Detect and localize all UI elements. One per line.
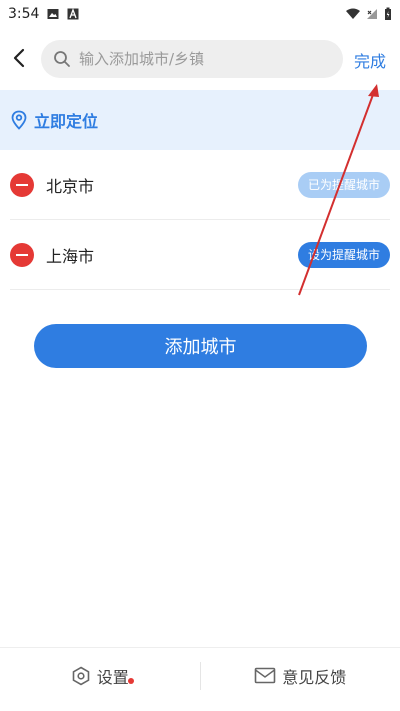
search-box[interactable] [41, 40, 343, 78]
settings-label: 设置 [96, 668, 129, 687]
remove-city-icon[interactable] [10, 242, 34, 267]
bottom-bar: 设置 意见反馈 [0, 647, 400, 704]
city-row: 北京市 已为提醒城市 [10, 150, 390, 220]
image-icon [47, 9, 59, 19]
back-arrow-icon[interactable] [8, 46, 32, 70]
feedback-label: 意见反馈 [282, 668, 347, 687]
notification-dot [128, 678, 134, 684]
done-button[interactable]: 完成 [354, 48, 386, 72]
signal-icon [367, 9, 377, 19]
settings-hexagon-icon [72, 666, 90, 686]
city-name: 上海市 [46, 246, 95, 266]
reminder-city-badge: 已为提醒城市 [297, 171, 390, 198]
locate-now-bar[interactable]: 立即定位 [0, 90, 400, 150]
status-bar: 3:54 [0, 0, 400, 28]
battery-icon [385, 7, 391, 20]
location-pin-icon [11, 110, 27, 130]
wifi-icon [346, 8, 360, 19]
message-icon [254, 667, 276, 684]
status-time: 3:54 [8, 6, 40, 22]
text-a-icon [67, 8, 79, 20]
feedback-button[interactable]: 意见反馈 [201, 664, 400, 688]
settings-button[interactable]: 设置 [0, 664, 200, 688]
search-icon [54, 51, 70, 67]
remove-city-icon[interactable] [10, 172, 34, 197]
add-city-button[interactable]: 添加城市 [34, 324, 367, 368]
locate-now-label: 立即定位 [34, 112, 99, 131]
header: 完成 [0, 36, 400, 82]
city-row: 上海市 设为提醒城市 [10, 220, 390, 290]
set-reminder-city-button[interactable]: 设为提醒城市 [297, 241, 390, 268]
city-name: 北京市 [46, 176, 95, 196]
search-input[interactable] [77, 49, 331, 69]
add-city-label: 添加城市 [164, 337, 237, 358]
